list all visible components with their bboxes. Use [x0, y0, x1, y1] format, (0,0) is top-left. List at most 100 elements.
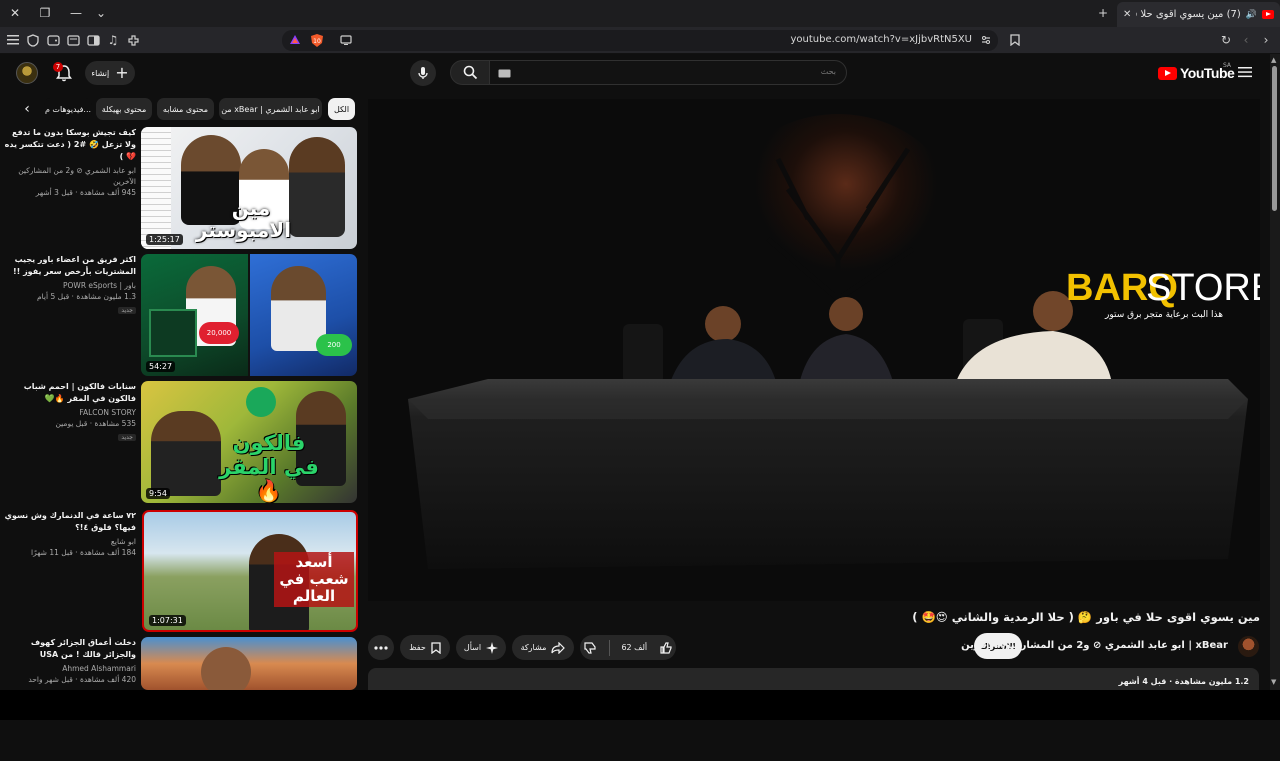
search-input[interactable]: بحث: [489, 60, 847, 85]
video-title[interactable]: ٧٢ ساعة في الدنمارك وش نسوي فيها؟ فلوق ٤…: [4, 510, 136, 534]
video-duration: 54:27: [146, 361, 176, 372]
shield-icon[interactable]: [25, 32, 41, 48]
svg-text:10: 10: [313, 38, 321, 45]
new-tab-button[interactable]: +: [1093, 4, 1113, 22]
video-title[interactable]: دخلت أعماق الجزائر كهوف والجزائر قالك ! …: [4, 637, 136, 661]
scroll-down-icon[interactable]: ▼: [1271, 678, 1276, 686]
save-label: حفظ: [409, 643, 426, 652]
voice-search-button[interactable]: [410, 60, 436, 86]
restore-window-icon[interactable]: ❐: [35, 4, 55, 22]
plus-icon: +: [115, 63, 129, 82]
wallet-icon[interactable]: [45, 32, 61, 48]
bookmark-save-icon: [431, 641, 441, 654]
sidebar-icon[interactable]: [85, 32, 101, 48]
keyboard-icon[interactable]: [498, 69, 511, 78]
page-scrollbar[interactable]: ▲ ▼: [1270, 54, 1280, 690]
tab-title: (7) مين يسوي اقوى حلا في باور !: [1136, 9, 1241, 20]
like-dislike-group: 62 ألف: [580, 635, 676, 660]
list-item[interactable]: كيف تجيش بوسكا بدون ما تدفع ولا تزعل 🤣 #…: [0, 127, 360, 251]
dislike-icon[interactable]: [583, 641, 597, 655]
reload-icon[interactable]: ↻: [1218, 32, 1234, 48]
channel-name[interactable]: ابو شايع: [4, 536, 136, 547]
create-button[interactable]: إنشاء +: [85, 61, 135, 85]
channel-owner-name[interactable]: xBear | ابو عابد الشمري ⊘ و2 من المشاركي…: [961, 640, 1228, 651]
bookmark-icon[interactable]: [1007, 32, 1023, 48]
view-count: 184 ألف مشاهدة · قبل 11 شهرًا: [30, 548, 136, 557]
save-button[interactable]: حفظ: [400, 635, 450, 660]
video-title[interactable]: كيف تجيش بوسكا بدون ما تدفع ولا تزعل 🤣 #…: [4, 127, 136, 163]
url-text: youtube.com/watch?v=xJjbvRtN5XU: [790, 34, 973, 45]
cast-icon[interactable]: [340, 35, 352, 45]
video-thumbnail[interactable]: مين الامبوستر 1:25:17: [141, 127, 357, 249]
channel-name[interactable]: FALCON STORY: [4, 407, 136, 418]
chip-from-channel[interactable]: من xBear | ابو عابد الشمري: [219, 98, 322, 120]
rewards-icon[interactable]: [289, 34, 301, 46]
like-icon[interactable]: [659, 641, 673, 655]
search-icon: [463, 65, 477, 80]
like-count[interactable]: 62 ألف: [621, 643, 647, 652]
youtube-header: 7 إنشاء + بحث YouTube SA: [0, 54, 1270, 92]
site-settings-icon[interactable]: [980, 34, 992, 46]
reader-icon[interactable]: [65, 32, 81, 48]
video-meta: سنابات فالكون | احمم شباب فالكون في المق…: [4, 381, 136, 442]
channel-name[interactable]: ابو عابد الشمري ⊘ و2 من المشاركين الآخري…: [4, 165, 136, 187]
list-item[interactable]: سنابات فالكون | احمم شباب فالكون في المق…: [0, 381, 360, 505]
share-label: مشاركة: [520, 643, 547, 652]
window-title-bar: ✕ ❐ — ⌄ + 🔊 (7) مين يسوي اقوى حلا في باو…: [0, 0, 1280, 27]
video-meta: ٧٢ ساعة في الدنمارك وش نسوي فيها؟ فلوق ٤…: [4, 510, 136, 558]
video-meta: كيف تجيش بوسكا بدون ما تدفع ولا تزعل 🤣 #…: [4, 127, 136, 198]
share-button[interactable]: مشاركة: [512, 635, 574, 660]
video-title-heading: مين يسوي اقوى حلا في باور 🤔 ( حلا الرمدي…: [912, 610, 1260, 624]
video-duration: 1:25:17: [146, 234, 183, 245]
video-thumbnail[interactable]: أسعد شعب في العالم 1:07:31: [142, 510, 358, 632]
scrollbar-thumb[interactable]: [1272, 66, 1277, 211]
chips-scroll-left-icon[interactable]: ‹: [20, 101, 34, 117]
account-avatar[interactable]: [16, 62, 38, 84]
video-thumbnail[interactable]: فالكون في المقر🔥 9:54: [141, 381, 357, 503]
video-thumbnail[interactable]: 20,000 200 54:27: [141, 254, 357, 376]
video-title[interactable]: اكثر فريق من اعضاء باور يجيب المشتريات ب…: [4, 254, 136, 278]
close-window-icon[interactable]: ✕: [5, 4, 25, 22]
chip-more[interactable]: فيديوهات م...: [44, 98, 92, 120]
extensions-icon[interactable]: [125, 32, 141, 48]
minimize-window-icon[interactable]: —: [66, 4, 86, 22]
channel-avatar[interactable]: [1238, 636, 1259, 657]
audio-icon[interactable]: 🔊: [1246, 10, 1257, 20]
channel-name[interactable]: باور | POWR eSports: [4, 280, 136, 291]
video-duration: 1:07:31: [149, 615, 186, 626]
back-icon[interactable]: ‹: [1238, 32, 1254, 48]
microphone-icon: [418, 67, 428, 79]
address-bar[interactable]: 10 youtube.com/watch?v=xJjbvRtN5XU: [282, 30, 998, 51]
video-frame: BARQ STORE هذا البث برعاية متجر برق ستور: [368, 99, 1260, 601]
music-icon[interactable]: ♫: [105, 32, 121, 48]
taskbar-strip: [0, 690, 1280, 720]
chip-all[interactable]: الكل: [328, 98, 355, 120]
more-actions-button[interactable]: [368, 635, 394, 660]
video-duration: 9:54: [146, 488, 170, 499]
chip-related[interactable]: محتوى مشابه: [157, 98, 214, 120]
video-meta: اكثر فريق من اعضاء باور يجيب المشتريات ب…: [4, 254, 136, 315]
browser-tab[interactable]: 🔊 (7) مين يسوي اقوى حلا في باور ! ✕: [1117, 2, 1280, 27]
related-filter-chips: ‹ فيديوهات م... محتوى بهيكلة محتوى مشابه…: [20, 98, 360, 122]
video-thumbnail[interactable]: [141, 637, 357, 690]
video-title[interactable]: سنابات فالكون | احمم شباب فالكون في المق…: [4, 381, 136, 405]
thumbnail-text: أسعد شعب في العالم: [274, 552, 354, 607]
search-button[interactable]: [450, 60, 490, 85]
scroll-up-icon[interactable]: ▲: [1271, 56, 1276, 64]
youtube-logo-icon: [1158, 66, 1177, 80]
brave-shields-icon[interactable]: 10: [310, 33, 324, 48]
view-count: 945 ألف مشاهدة · قبل 3 أشهر: [35, 188, 136, 197]
channel-name[interactable]: Ahmed Alshammari: [4, 663, 136, 674]
view-count: 535 مشاهدة · قبل يومين: [55, 419, 136, 428]
list-item[interactable]: ٧٢ ساعة في الدنمارك وش نسوي فيها؟ فلوق ٤…: [0, 510, 360, 634]
search-placeholder: بحث: [820, 67, 836, 76]
forward-icon[interactable]: ›: [1258, 32, 1274, 48]
close-tab-icon[interactable]: ✕: [1123, 9, 1131, 20]
tab-list-chevron-icon[interactable]: ⌄: [91, 4, 111, 22]
chip-related-2[interactable]: محتوى بهيكلة: [96, 98, 152, 120]
ask-button[interactable]: اسأل: [456, 635, 506, 660]
menu-icon[interactable]: [5, 32, 21, 48]
video-player[interactable]: BARQ STORE هذا البث برعاية متجر برق ستور: [368, 99, 1260, 601]
list-item[interactable]: اكثر فريق من اعضاء باور يجيب المشتريات ب…: [0, 254, 360, 378]
guide-menu-icon[interactable]: [1238, 66, 1252, 78]
